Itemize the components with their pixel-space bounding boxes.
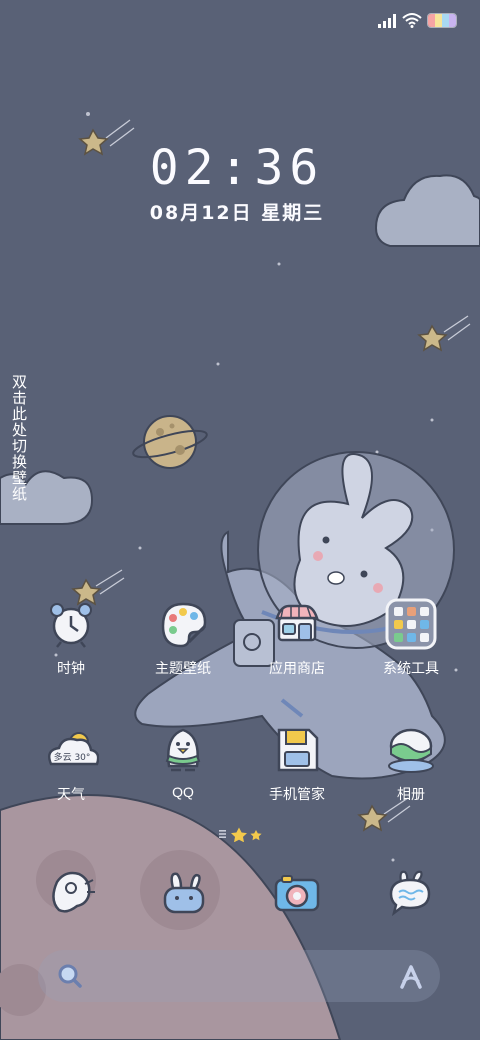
floppy-icon xyxy=(277,728,319,772)
bunny-messages-icon xyxy=(163,872,205,914)
page-dot-menu[interactable] xyxy=(219,830,226,838)
app-gallery[interactable]: 相册 xyxy=(356,722,466,804)
battery-segment xyxy=(435,14,442,27)
weather-badge: 多云 30° xyxy=(54,751,91,763)
dock-camera[interactable] xyxy=(268,864,326,922)
camera-icon xyxy=(274,875,320,912)
palette-icon xyxy=(161,602,207,648)
battery-segment xyxy=(442,14,449,27)
app-qq[interactable]: QQ xyxy=(128,722,238,800)
app-clock[interactable]: 时钟 xyxy=(16,596,126,678)
gallery-icon xyxy=(388,728,434,773)
app-store[interactable]: 应用商店 xyxy=(242,596,352,678)
app-system-tools-label: 系统工具 xyxy=(383,660,439,676)
page-indicator[interactable] xyxy=(216,826,266,842)
assistant-icon[interactable] xyxy=(396,961,426,991)
app-qq-label: QQ xyxy=(172,784,194,800)
dock-chat[interactable] xyxy=(381,864,439,922)
app-clock-label: 时钟 xyxy=(57,660,85,676)
app-weather[interactable]: 多云 30° 天气 xyxy=(16,722,126,804)
folder-icon xyxy=(385,598,437,650)
app-gallery-label: 相册 xyxy=(397,786,425,802)
chat-bubble-icon xyxy=(389,870,431,917)
dock-phone[interactable] xyxy=(45,864,103,922)
app-system-tools[interactable]: 系统工具 xyxy=(356,596,466,678)
page-dot-active xyxy=(231,827,247,842)
app-phone-manager[interactable]: 手机管家 xyxy=(242,722,352,804)
battery-icon xyxy=(427,13,457,28)
weather-icon: 多云 30° xyxy=(48,732,99,766)
wifi-icon xyxy=(402,13,422,28)
page-dot xyxy=(250,830,262,841)
app-weather-label: 天气 xyxy=(57,786,85,802)
search-bar[interactable] xyxy=(38,950,440,1002)
app-store-label: 应用商店 xyxy=(269,660,325,676)
status-bar xyxy=(0,0,480,40)
lock-date: 08月12日 星期三 xyxy=(149,202,325,224)
lock-time: 02:36 xyxy=(149,140,325,196)
wallpaper-switch-hint[interactable]: 双击此处切换壁纸 xyxy=(8,374,28,502)
signal-icon xyxy=(378,14,396,28)
search-icon[interactable] xyxy=(56,962,84,990)
app-theme-wallpaper-label: 主题壁纸 xyxy=(155,660,211,676)
battery-segment xyxy=(428,14,435,27)
penguin-icon xyxy=(165,728,201,772)
battery-segment xyxy=(449,14,456,27)
phone-icon xyxy=(52,871,95,913)
shop-icon xyxy=(275,604,319,642)
app-theme-wallpaper[interactable]: 主题壁纸 xyxy=(128,596,238,678)
dock-messages[interactable] xyxy=(155,864,213,922)
app-phone-manager-label: 手机管家 xyxy=(269,786,325,802)
alarm-clock-icon xyxy=(50,603,92,648)
